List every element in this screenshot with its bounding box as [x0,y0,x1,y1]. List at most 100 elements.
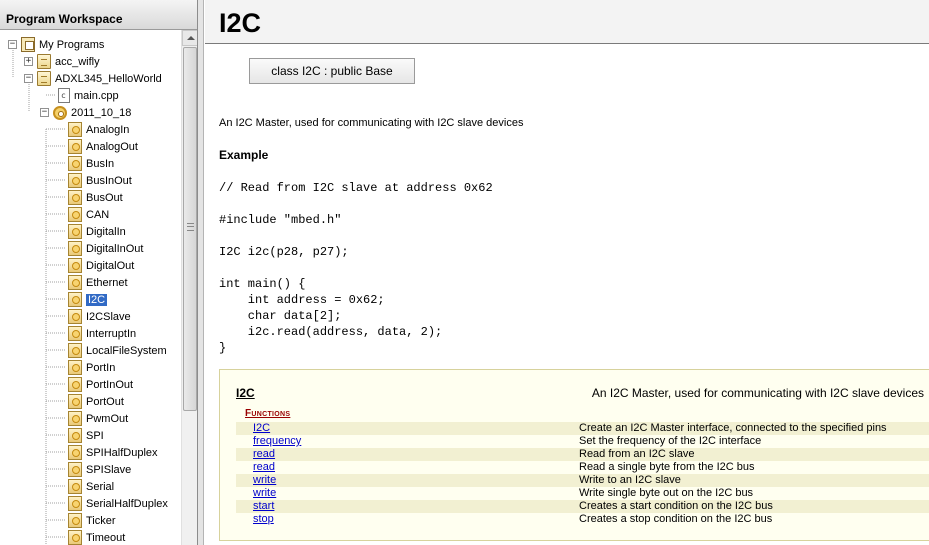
tree-node[interactable]: BusIn [68,155,114,172]
tree-node-label[interactable]: main.cpp [74,90,119,102]
class-icon [68,292,82,307]
class-icon [68,156,82,171]
tree-node[interactable]: SerialHalfDuplex [68,495,168,512]
documentation-pane: I2C class I2C : public Base An I2C Maste… [205,0,929,545]
class-icon [68,275,82,290]
class-icon [68,513,82,528]
function-link[interactable]: stop [253,513,274,526]
title-bar: I2C [205,0,929,44]
tree-node[interactable]: PortOut [68,393,124,410]
class-icon [68,530,82,545]
tree-node[interactable]: DigitalInOut [68,240,143,257]
tree-node[interactable]: SPISlave [68,461,131,478]
function-link[interactable]: read [253,461,275,474]
tree-node[interactable]: PortIn [68,359,115,376]
tree-node-label[interactable]: SPIHalfDuplex [86,447,158,459]
tree-node-label[interactable]: PortOut [86,396,124,408]
panel-splitter[interactable] [198,0,204,545]
tree-node-label[interactable]: 2011_10_18 [71,107,131,119]
function-link[interactable]: frequency [253,435,301,448]
tree-node[interactable]: BusInOut [68,172,132,189]
tree-node[interactable]: DigitalOut [68,257,134,274]
example-code: // Read from I2C slave at address 0x62 #… [219,181,493,355]
class-icon [68,411,82,426]
tree-node[interactable]: − My Programs [8,36,104,53]
tree-node[interactable]: SPIHalfDuplex [68,444,158,461]
tree-node-label[interactable]: ADXL345_HelloWorld [55,73,162,85]
collapse-icon[interactable]: − [8,40,17,49]
tree-node-label[interactable]: InterruptIn [86,328,136,340]
tree-node[interactable]: DigitalIn [68,223,126,240]
tree-node-label[interactable]: BusOut [86,192,123,204]
collapse-icon[interactable]: − [40,108,49,117]
function-description: Read a single byte from the I2C bus [579,461,755,473]
tree-node[interactable]: + acc_wifly [24,53,100,70]
tree-node-label[interactable]: BusIn [86,158,114,170]
function-link[interactable]: read [253,448,275,461]
tree-node[interactable]: CAN [68,206,109,223]
tree-node[interactable]: PwmOut [68,410,128,427]
function-description: Create an I2C Master interface, connecte… [579,422,887,434]
function-row: write Write to an I2C slave [236,474,929,487]
class-icon [68,377,82,392]
tree-node-label[interactable]: DigitalOut [86,260,134,272]
tree-node[interactable]: AnalogOut [68,138,138,155]
function-link[interactable]: start [253,500,274,513]
scroll-up-arrow-icon[interactable] [182,30,197,46]
tree-node[interactable]: main.cpp [58,87,119,104]
tree-node[interactable]: I2CSlave [68,308,131,325]
tree-node[interactable]: BusOut [68,189,123,206]
tree-node-label[interactable]: SerialHalfDuplex [86,498,168,510]
tree-node-label[interactable]: PwmOut [86,413,128,425]
tree-node-label[interactable]: AnalogIn [86,124,129,136]
class-hierarchy-button[interactable]: class I2C : public Base [249,58,415,84]
tree-node[interactable]: Timeout [68,529,125,545]
tree-node[interactable]: AnalogIn [68,121,129,138]
tree-scrollbar[interactable] [181,30,197,545]
tree-node[interactable]: Ethernet [68,274,128,291]
tree-node[interactable]: − ADXL345_HelloWorld [24,70,162,87]
collapse-icon[interactable]: − [24,74,33,83]
class-icon [68,496,82,511]
tree-node-label[interactable]: SPISlave [86,464,131,476]
program-tree[interactable]: − My Programs + acc_wifly − ADXL345_HelloWorl… [0,30,181,545]
tree-node-label[interactable]: DigitalInOut [86,243,143,255]
tree-node-label[interactable]: SPI [86,430,104,442]
class-icon [68,343,82,358]
function-link[interactable]: I2C [253,422,270,435]
tree-node-label[interactable]: CAN [86,209,109,221]
tree-node[interactable]: SPI [68,427,104,444]
function-link[interactable]: write [253,474,276,487]
expand-icon[interactable]: + [24,57,33,66]
tree-node-label[interactable]: Timeout [86,532,125,544]
tree-node-label[interactable]: LocalFileSystem [86,345,167,357]
scrollbar-thumb[interactable] [183,47,197,411]
members-class-link[interactable]: I2C [236,386,255,400]
tree-node-label[interactable]: Ticker [86,515,116,527]
tree-node[interactable]: − 2011_10_18 [40,104,131,121]
tree-node[interactable]: I2C [68,291,108,308]
class-icon [68,326,82,341]
tree-node-label[interactable]: BusInOut [86,175,132,187]
tree-node-label[interactable]: I2CSlave [86,311,131,323]
tree-node[interactable]: InterruptIn [68,325,136,342]
tree-node[interactable]: PortInOut [68,376,133,393]
function-link[interactable]: write [253,487,276,500]
tree-node-label[interactable]: My Programs [39,39,104,51]
function-description: Set the frequency of the I2C interface [579,435,762,447]
tree-node-label[interactable]: acc_wifly [55,56,100,68]
function-description: Read from an I2C slave [579,448,695,460]
function-row: read Read a single byte from the I2C bus [236,461,929,474]
tree-node[interactable]: Serial [68,478,114,495]
tree-node[interactable]: Ticker [68,512,116,529]
tree-node-label[interactable]: PortInOut [86,379,133,391]
tree-node-label[interactable]: Serial [86,481,114,493]
tree-node-label[interactable]: I2C [86,293,108,306]
tree-node-label[interactable]: Ethernet [86,277,128,289]
gear-library-icon [53,105,67,120]
tree-node-label[interactable]: DigitalIn [86,226,126,238]
tree-node-label[interactable]: AnalogOut [86,141,138,153]
tree-node-label[interactable]: PortIn [86,362,115,374]
function-row: stop Creates a stop condition on the I2C … [236,513,929,526]
tree-node[interactable]: LocalFileSystem [68,342,167,359]
